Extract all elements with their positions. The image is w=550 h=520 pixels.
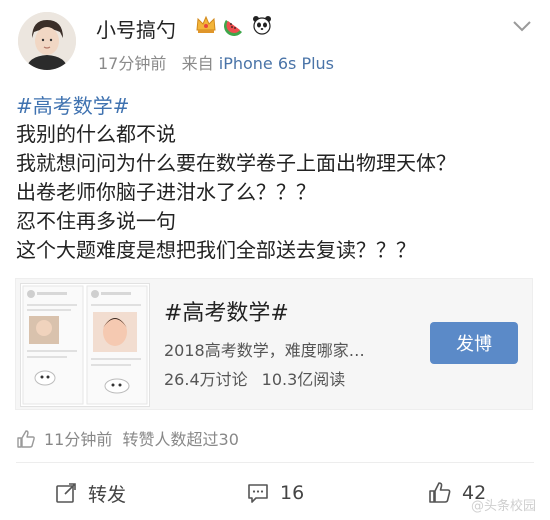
post-meta: 17分钟前 来自 iPhone 6s Plus bbox=[98, 50, 334, 74]
watermelon-icon bbox=[223, 14, 245, 36]
like-summary-text: 转赞人数超过30 bbox=[122, 430, 239, 449]
topic-stats: 26.4万讨论 10.3亿阅读 bbox=[164, 366, 345, 390]
source-device[interactable]: iPhone 6s Plus bbox=[219, 54, 334, 73]
topic-description: 2018高考数学，难度哪家… bbox=[164, 341, 365, 360]
comment-icon bbox=[248, 484, 268, 503]
watermark: @头条校园 bbox=[470, 499, 536, 514]
post-hashtag[interactable]: #高考数学# bbox=[16, 90, 130, 119]
topic-thumbnail bbox=[20, 283, 150, 407]
weibo-post: 小号搞勺 17分钟前 来自 iPhone 6s Plus #高考数学# 我别的什… bbox=[0, 0, 550, 520]
panda-icon bbox=[251, 14, 273, 36]
post-line: 我就想问问为什么要在数学卷子上面出物理天体？ bbox=[16, 151, 456, 175]
username[interactable]: 小号搞勺 bbox=[96, 14, 176, 43]
post-to-topic-button[interactable]: 发博 bbox=[430, 322, 518, 364]
timestamp: 17分钟前 bbox=[98, 54, 167, 73]
divider bbox=[16, 462, 534, 463]
avatar[interactable] bbox=[18, 12, 76, 70]
topic-discussions: 26.4万讨论 bbox=[164, 370, 248, 389]
repost-button[interactable]: 转发 bbox=[54, 478, 126, 508]
post-text: 我别的什么都不说 我就想问问为什么要在数学卷子上面出物理天体？ 出卷老师你脑子进… bbox=[16, 120, 536, 265]
source-prefix: 来自 bbox=[181, 54, 214, 73]
thumbs-up-icon bbox=[17, 430, 35, 448]
user-badges bbox=[195, 14, 273, 38]
thumbs-up-icon bbox=[429, 482, 451, 503]
chevron-down-icon[interactable] bbox=[512, 18, 532, 32]
comment-count: 16 bbox=[280, 482, 305, 504]
like-summary-time: 11分钟前 bbox=[44, 430, 113, 449]
post-line: 出卷老师你脑子进泔水了么？？？ bbox=[16, 180, 316, 204]
topic-card[interactable]: #高考数学# 2018高考数学，难度哪家… 26.4万讨论 10.3亿阅读 发博 bbox=[15, 278, 533, 410]
repost-icon bbox=[56, 483, 76, 503]
topic-reads: 10.3亿阅读 bbox=[261, 370, 346, 389]
comment-button[interactable]: 16 bbox=[246, 478, 304, 508]
post-line: 我别的什么都不说 bbox=[16, 122, 176, 146]
post-line: 忍不住再多说一句 bbox=[16, 209, 176, 233]
like-summary: 11分钟前 转赞人数超过30 bbox=[16, 426, 239, 450]
crown-icon bbox=[195, 14, 217, 36]
topic-title: #高考数学# bbox=[164, 301, 289, 326]
post-line: 这个大题难度是想把我们全部送去复读？？？ bbox=[16, 238, 416, 262]
repost-label: 转发 bbox=[88, 483, 127, 506]
